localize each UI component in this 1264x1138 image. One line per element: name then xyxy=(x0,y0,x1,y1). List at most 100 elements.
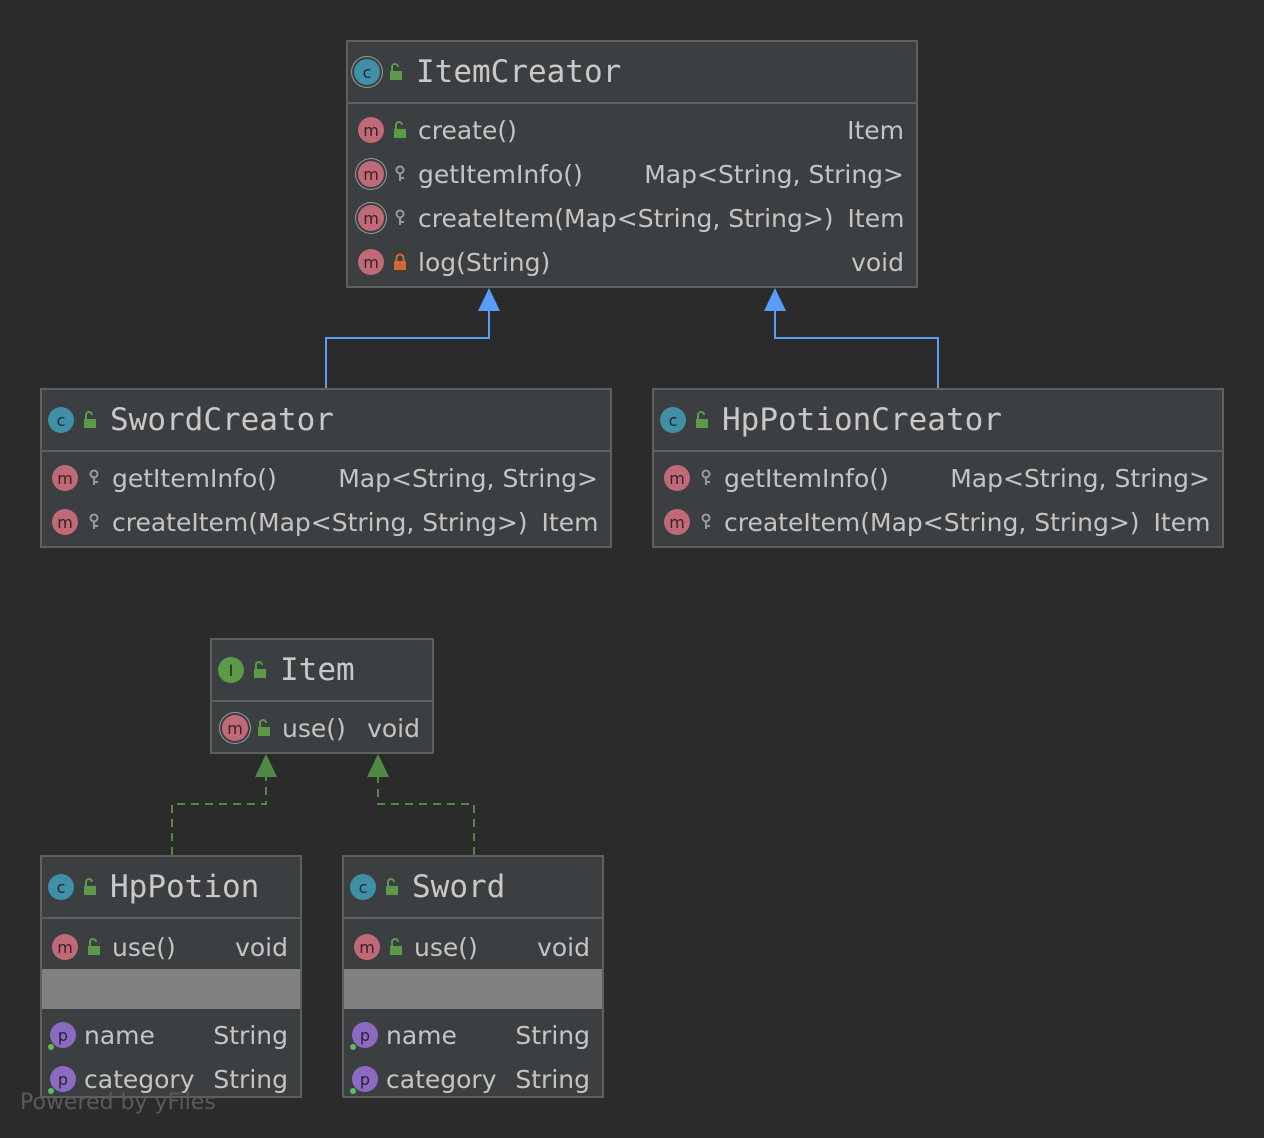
field-row[interactable]: p name String xyxy=(42,1013,300,1057)
abstract-method-icon: m xyxy=(358,161,384,187)
class-title: ItemCreator xyxy=(416,54,622,90)
node-header: c HpPotionCreator xyxy=(654,390,1222,452)
abstract-method-icon: m xyxy=(358,205,384,231)
implements-arrowhead xyxy=(367,754,389,777)
node-header: c HpPotion xyxy=(42,857,300,919)
method-row[interactable]: m createItem(Map<String, String>) Item xyxy=(654,500,1222,544)
protected-key-icon xyxy=(89,513,99,529)
protected-key-icon xyxy=(395,165,405,181)
field-name: category xyxy=(386,1064,497,1094)
method-type: Map<String, String> xyxy=(950,463,1210,493)
abstract-method-icon: m xyxy=(222,715,248,741)
node-header: c SwordCreator xyxy=(42,390,610,452)
class-title: HpPotionCreator xyxy=(722,402,1002,438)
method-type: Map<String, String> xyxy=(338,463,598,493)
field-row[interactable]: p name String xyxy=(344,1013,602,1057)
protected-key-icon xyxy=(701,469,711,485)
method-row[interactable]: m log(String) void xyxy=(348,240,916,284)
node-header: I Item xyxy=(212,640,432,702)
abstract-class-icon: c xyxy=(354,59,380,85)
public-unlock-icon xyxy=(254,661,266,678)
field-type: String xyxy=(213,1020,288,1050)
node-header: c ItemCreator xyxy=(348,42,916,104)
node-item[interactable]: I Item m use() void xyxy=(210,638,434,754)
field-type: String xyxy=(515,1064,590,1094)
public-unlock-icon xyxy=(258,719,270,736)
property-icon: p xyxy=(350,1022,378,1050)
property-icon: p xyxy=(350,1066,378,1094)
method-type: void xyxy=(851,247,904,277)
node-swordcreator[interactable]: c SwordCreator m getItemInfo() Map<Strin… xyxy=(40,388,612,548)
method-icon: m xyxy=(358,249,384,275)
field-name: name xyxy=(84,1020,155,1050)
public-unlock-icon xyxy=(84,878,96,895)
interface-icon: I xyxy=(218,657,244,683)
section-separator xyxy=(344,969,602,1009)
class-title: HpPotion xyxy=(110,869,260,905)
method-type: void xyxy=(367,713,420,743)
public-unlock-icon xyxy=(88,938,100,955)
method-name: getItemInfo() xyxy=(724,463,889,493)
public-unlock-icon xyxy=(386,878,398,895)
extends-arrowhead xyxy=(478,288,500,311)
implements-edge-hppotion xyxy=(171,774,267,855)
method-icon: m xyxy=(664,465,690,491)
class-icon: c xyxy=(350,874,376,900)
method-row[interactable]: m use() void xyxy=(212,706,432,750)
method-type: Item xyxy=(1153,507,1211,537)
method-row[interactable]: m use() void xyxy=(344,925,602,969)
method-icon: m xyxy=(52,934,78,960)
protected-key-icon xyxy=(395,209,405,225)
section-separator xyxy=(42,969,300,1009)
method-type: Item xyxy=(541,507,599,537)
method-type: Item xyxy=(847,203,905,233)
field-row[interactable]: p category String xyxy=(344,1057,602,1101)
implements-arrowhead xyxy=(255,754,277,777)
public-unlock-icon xyxy=(696,411,708,428)
method-name: use() xyxy=(112,932,176,962)
method-row[interactable]: m getItemInfo() Map<String, String> xyxy=(42,456,610,500)
class-icon: c xyxy=(48,407,74,433)
method-icon: m xyxy=(354,934,380,960)
protected-key-icon xyxy=(701,513,711,529)
private-lock-icon xyxy=(394,253,406,270)
extends-arrowhead xyxy=(764,288,786,311)
method-row[interactable]: m createItem(Map<String, String>) Item xyxy=(42,500,610,544)
public-unlock-icon xyxy=(390,63,402,80)
method-row[interactable]: m use() void xyxy=(42,925,300,969)
extends-edge-hppotioncreator xyxy=(774,308,939,388)
method-icon: m xyxy=(664,509,690,535)
method-row[interactable]: m getItemInfo() Map<String, String> xyxy=(654,456,1222,500)
method-name: createItem(Map<String, String>) xyxy=(418,203,834,233)
public-unlock-icon xyxy=(394,121,406,138)
node-hppotioncreator[interactable]: c HpPotionCreator m getItemInfo() Map<St… xyxy=(652,388,1224,548)
node-itemcreator[interactable]: c ItemCreator m create() Item m getItemI… xyxy=(346,40,918,288)
method-type: void xyxy=(537,932,590,962)
node-hppotion[interactable]: c HpPotion m use() void p name String p … xyxy=(40,855,302,1098)
method-row[interactable]: m create() Item xyxy=(348,108,916,152)
method-name: createItem(Map<String, String>) xyxy=(724,507,1140,537)
node-sword[interactable]: c Sword m use() void p name String p cat… xyxy=(342,855,604,1098)
field-type: String xyxy=(515,1020,590,1050)
method-name: use() xyxy=(282,713,346,743)
method-name: create() xyxy=(418,115,517,145)
public-unlock-icon xyxy=(390,938,402,955)
method-row[interactable]: m createItem(Map<String, String>) Item xyxy=(348,196,916,240)
interface-title: Item xyxy=(280,652,355,688)
property-icon: p xyxy=(48,1022,76,1050)
method-icon: m xyxy=(52,465,78,491)
node-header: c Sword xyxy=(344,857,602,919)
method-name: log(String) xyxy=(418,247,551,277)
method-name: getItemInfo() xyxy=(418,159,583,189)
method-type: Map<String, String> xyxy=(644,159,904,189)
watermark: Powered by yFiles xyxy=(20,1090,216,1115)
class-icon: c xyxy=(660,407,686,433)
method-name: createItem(Map<String, String>) xyxy=(112,507,528,537)
field-name: name xyxy=(386,1020,457,1050)
method-row[interactable]: m getItemInfo() Map<String, String> xyxy=(348,152,916,196)
method-icon: m xyxy=(358,117,384,143)
class-title: Sword xyxy=(412,869,506,905)
property-icon: p xyxy=(48,1066,76,1094)
public-unlock-icon xyxy=(84,411,96,428)
class-icon: c xyxy=(48,874,74,900)
